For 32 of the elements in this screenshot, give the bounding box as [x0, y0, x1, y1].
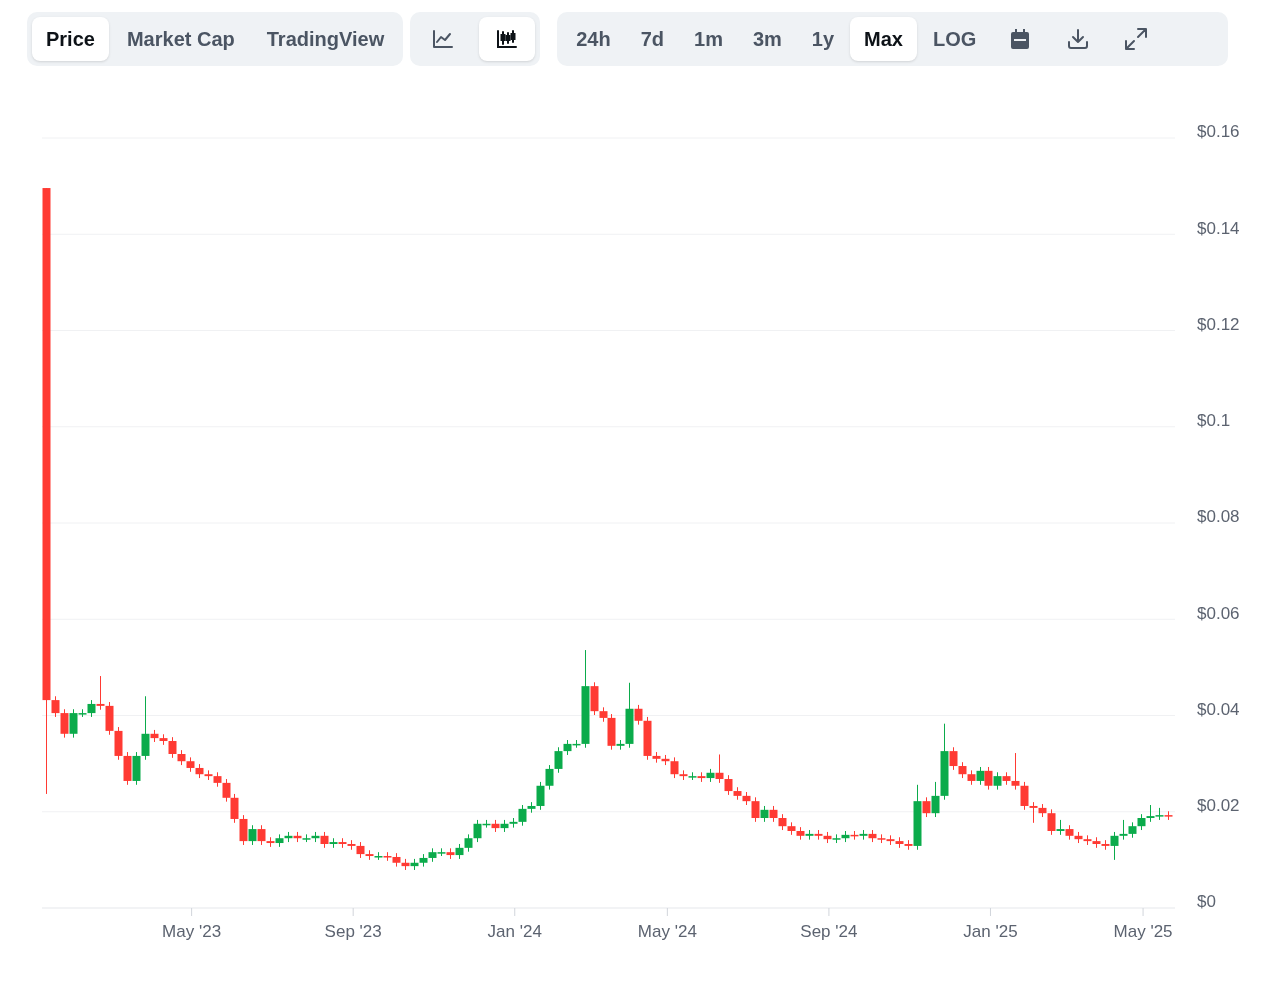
y-axis-label: $0.08 [1197, 507, 1240, 527]
x-axis-label: Sep '24 [800, 922, 858, 941]
range-tab[interactable]: 1y [797, 17, 849, 61]
y-axis-label: $0.02 [1197, 796, 1240, 816]
fullscreen-icon [1124, 27, 1149, 51]
view-tab[interactable]: Market Cap [112, 17, 249, 61]
y-axis-label: $0.1 [1197, 411, 1231, 431]
range-tab[interactable]: 7d [626, 17, 678, 61]
y-axis-label: $0 [1197, 892, 1216, 912]
candlestick-chart-button[interactable] [479, 17, 536, 61]
y-axis-label: $0.16 [1197, 122, 1240, 142]
x-axis-label: May '24 [637, 922, 697, 941]
range-tab[interactable]: 1m [680, 17, 737, 61]
range-tab[interactable]: LOG [919, 17, 991, 61]
download-icon [1067, 28, 1090, 50]
y-axis-label: $0.04 [1197, 700, 1240, 719]
x-axis-label: Jan '25 [963, 922, 1018, 941]
range-tab[interactable]: 3m [738, 17, 796, 61]
line-chart-icon [432, 29, 455, 49]
range-tab[interactable]: Max [850, 17, 917, 61]
y-axis-label: $0.14 [1197, 218, 1240, 238]
x-axis-label: Jan '24 [487, 922, 542, 941]
y-axis-label: $0.06 [1197, 603, 1240, 623]
range-tab[interactable]: 24h [562, 17, 625, 61]
candlestick-chart-icon [496, 29, 519, 49]
y-axis-label: $0.12 [1197, 315, 1240, 334]
calendar-icon [1010, 28, 1031, 50]
x-axis-label: May '25 [1113, 922, 1173, 941]
x-axis-label: May '23 [162, 922, 222, 941]
view-tab[interactable]: TradingView [252, 17, 399, 61]
x-axis-label: Sep '23 [324, 922, 382, 941]
view-tab[interactable]: Price [32, 17, 109, 61]
